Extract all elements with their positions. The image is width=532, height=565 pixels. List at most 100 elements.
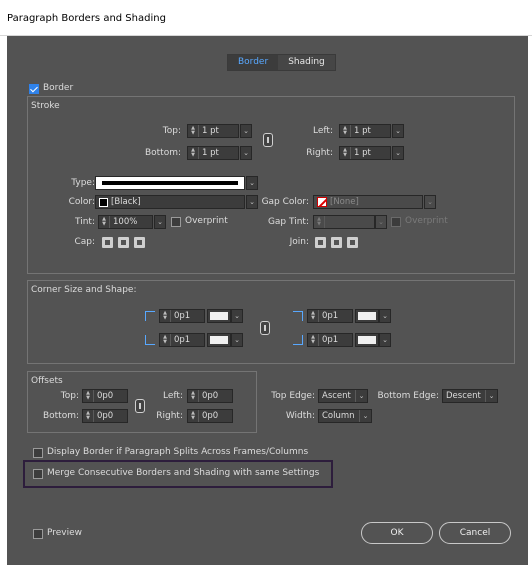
bottom-right-shape-dropdown[interactable]: ⌄ bbox=[379, 333, 391, 347]
ok-button[interactable]: OK bbox=[361, 522, 433, 544]
display-split-label: Display Border if Paragraph Splits Acros… bbox=[47, 447, 309, 457]
butt-cap-icon[interactable] bbox=[102, 237, 113, 248]
top-left-shape-swatch[interactable] bbox=[207, 309, 231, 323]
gap-overprint-label: Overprint bbox=[405, 216, 448, 226]
bottom-right-shape-swatch[interactable] bbox=[355, 333, 379, 347]
bottom-right-corner-spinner[interactable]: ▲ ▼ bbox=[308, 334, 319, 346]
stroke-right-spinner[interactable]: ▲ ▼ bbox=[340, 147, 351, 159]
tab-shading[interactable]: Shading bbox=[278, 55, 335, 70]
tab-bar: Border Shading bbox=[227, 54, 336, 71]
display-split-checkbox[interactable] bbox=[33, 448, 43, 458]
bottom-right-corner-field[interactable]: ▲ ▼ 0p1 bbox=[307, 333, 353, 347]
gap-tint-field[interactable]: ▲ ▼ bbox=[313, 215, 375, 229]
stroke-bottom-label: Bottom: bbox=[144, 148, 181, 158]
offset-left-spinner[interactable]: ▲ ▼ bbox=[188, 390, 199, 402]
stroke-bottom-field[interactable]: ▲ ▼ 1 pt bbox=[187, 146, 239, 160]
stroke-left-spinner[interactable]: ▲ ▼ bbox=[340, 125, 351, 137]
stroke-left-field[interactable]: ▲ ▼ 1 pt bbox=[339, 124, 391, 138]
stroke-top-dropdown[interactable]: ⌄ bbox=[240, 124, 252, 138]
overprint-label: Overprint bbox=[185, 216, 228, 226]
stroke-bottom-spinner[interactable]: ▲ ▼ bbox=[188, 147, 199, 159]
stroke-bottom-dropdown[interactable]: ⌄ bbox=[240, 146, 252, 160]
tint-field[interactable]: ▲ ▼ 100% bbox=[98, 215, 153, 229]
top-right-corner-field[interactable]: ▲ ▼ 0p1 bbox=[307, 309, 353, 323]
stroke-top-spinner[interactable]: ▲ ▼ bbox=[188, 125, 199, 137]
top-right-shape-swatch[interactable] bbox=[355, 309, 379, 323]
offset-top-spinner[interactable]: ▲ ▼ bbox=[83, 390, 94, 402]
offset-top-field[interactable]: ▲ ▼ 0p0 bbox=[82, 389, 128, 403]
tint-dropdown[interactable]: ⌄ bbox=[154, 215, 166, 229]
black-swatch-icon bbox=[99, 197, 108, 207]
offset-left-label: Left: bbox=[163, 391, 183, 401]
projecting-cap-icon[interactable] bbox=[134, 237, 145, 248]
bottom-edge-select[interactable]: Descent ⌄ bbox=[442, 389, 498, 403]
offset-right-spinner[interactable]: ▲ ▼ bbox=[188, 410, 199, 422]
stroke-left-dropdown[interactable]: ⌄ bbox=[392, 124, 404, 138]
bottom-edge-dropdown[interactable]: ⌄ bbox=[485, 390, 497, 402]
offset-bottom-field[interactable]: ▲ ▼ 0p0 bbox=[82, 409, 128, 423]
top-right-corner-spinner[interactable]: ▲ ▼ bbox=[308, 310, 319, 322]
gap-tint-label: Gap Tint: bbox=[267, 217, 309, 227]
bottom-left-corner-field[interactable]: ▲ ▼ 0p1 bbox=[159, 333, 205, 347]
gap-overprint-checkbox[interactable] bbox=[391, 217, 401, 227]
offset-right-field[interactable]: ▲ ▼ 0p0 bbox=[187, 409, 233, 423]
bottom-left-corner-icon bbox=[145, 335, 155, 345]
gap-color-dropdown[interactable]: ⌄ bbox=[424, 195, 436, 209]
offset-left-field[interactable]: ▲ ▼ 0p0 bbox=[187, 389, 233, 403]
bottom-left-corner-spinner[interactable]: ▲ ▼ bbox=[160, 334, 171, 346]
stroke-link-icon[interactable] bbox=[263, 133, 273, 147]
round-cap-icon[interactable] bbox=[118, 237, 129, 248]
top-left-corner-spinner[interactable]: ▲ ▼ bbox=[160, 310, 171, 322]
stroke-left-label: Left: bbox=[313, 126, 333, 136]
width-select[interactable]: Column ⌄ bbox=[318, 409, 372, 423]
stroke-right-label: Right: bbox=[306, 148, 333, 158]
offsets-group-title: Offsets bbox=[31, 376, 63, 386]
overprint-checkbox[interactable] bbox=[171, 217, 181, 227]
border-checkbox[interactable] bbox=[29, 84, 39, 94]
corner-group-title: Corner Size and Shape: bbox=[31, 285, 137, 295]
top-left-shape-dropdown[interactable]: ⌄ bbox=[231, 309, 243, 323]
gap-color-select[interactable]: [None] bbox=[313, 195, 423, 209]
none-swatch-icon bbox=[317, 197, 327, 207]
stroke-type-select[interactable] bbox=[95, 176, 245, 190]
preview-checkbox[interactable] bbox=[33, 529, 43, 539]
gap-color-label: Gap Color: bbox=[261, 197, 309, 207]
gap-tint-spinner[interactable]: ▲ ▼ bbox=[314, 216, 325, 228]
top-left-corner-field[interactable]: ▲ ▼ 0p1 bbox=[159, 309, 205, 323]
offsets-link-icon[interactable] bbox=[135, 399, 145, 413]
stroke-group-title: Stroke bbox=[31, 101, 60, 111]
tint-spinner[interactable]: ▲ ▼ bbox=[99, 216, 110, 228]
stroke-type-dropdown[interactable]: ⌄ bbox=[246, 176, 258, 190]
width-dropdown[interactable]: ⌄ bbox=[359, 410, 371, 422]
top-edge-dropdown[interactable]: ⌄ bbox=[355, 390, 367, 402]
stroke-right-dropdown[interactable]: ⌄ bbox=[392, 146, 404, 160]
merge-checkbox[interactable] bbox=[33, 469, 43, 479]
bevel-join-icon[interactable] bbox=[347, 237, 358, 248]
corner-group: Corner Size and Shape: bbox=[27, 280, 515, 364]
tint-label: Tint: bbox=[75, 217, 95, 227]
stroke-top-label: Top: bbox=[162, 126, 181, 136]
top-edge-select[interactable]: Ascent ⌄ bbox=[318, 389, 368, 403]
stroke-color-select[interactable]: [Black] bbox=[95, 195, 245, 209]
offset-bottom-label: Bottom: bbox=[42, 411, 79, 421]
tab-border[interactable]: Border bbox=[228, 55, 279, 70]
stroke-top-field[interactable]: ▲ ▼ 1 pt bbox=[187, 124, 239, 138]
window-title: Paragraph Borders and Shading bbox=[0, 0, 532, 36]
join-label: Join: bbox=[289, 237, 309, 247]
bottom-left-shape-swatch[interactable] bbox=[207, 333, 231, 347]
offset-bottom-spinner[interactable]: ▲ ▼ bbox=[83, 410, 94, 422]
corner-link-icon[interactable] bbox=[260, 321, 270, 335]
offset-top-label: Top: bbox=[60, 391, 79, 401]
round-join-icon[interactable] bbox=[331, 237, 342, 248]
merge-label: Merge Consecutive Borders and Shading wi… bbox=[47, 468, 320, 478]
top-right-shape-dropdown[interactable]: ⌄ bbox=[379, 309, 391, 323]
cap-label: Cap: bbox=[74, 237, 95, 247]
miter-join-icon[interactable] bbox=[315, 237, 326, 248]
width-label: Width: bbox=[285, 411, 315, 421]
gap-tint-dropdown[interactable]: ⌄ bbox=[375, 215, 387, 229]
stroke-color-label: Color: bbox=[68, 197, 95, 207]
bottom-left-shape-dropdown[interactable]: ⌄ bbox=[231, 333, 243, 347]
dialog-body: Border Shading Border Stroke Top: ▲ ▼ 1 p… bbox=[7, 36, 528, 565]
stroke-right-field[interactable]: ▲ ▼ 1 pt bbox=[339, 146, 391, 160]
cancel-button[interactable]: Cancel bbox=[439, 522, 511, 544]
